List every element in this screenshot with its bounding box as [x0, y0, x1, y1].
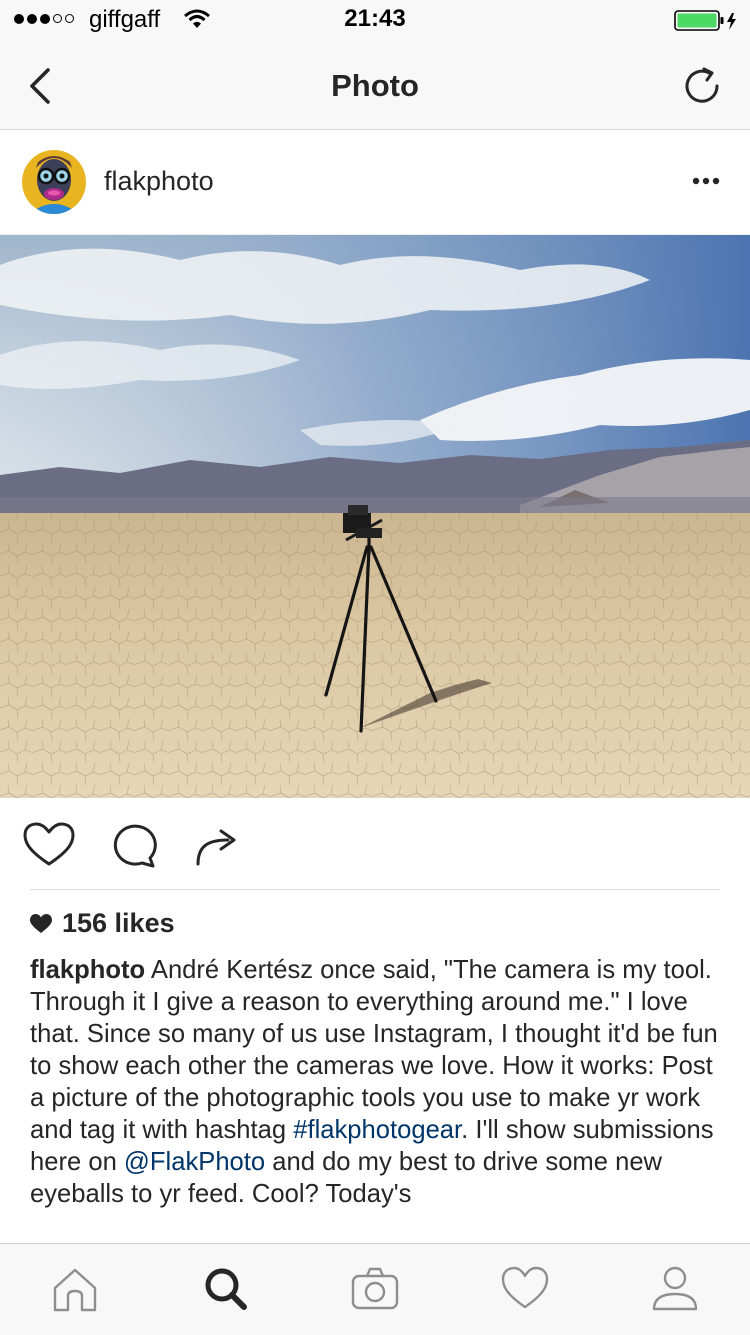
clock: 21:43 [344, 5, 406, 32]
share-icon[interactable] [190, 820, 244, 870]
avatar[interactable] [22, 150, 86, 214]
hashtag-link[interactable]: #flakphotogear [293, 1116, 461, 1144]
profile-icon[interactable] [650, 1264, 700, 1314]
small-heart-icon [30, 913, 52, 933]
search-icon[interactable] [200, 1264, 250, 1314]
camera-icon[interactable] [350, 1264, 400, 1314]
post-actions [0, 798, 750, 890]
page-title: Photo [331, 68, 419, 103]
status-bar: giffgaff 21:43 [0, 0, 750, 40]
likes-text: 156 likes [62, 908, 175, 938]
post-caption: flakphoto André Kertész once said, "The … [30, 954, 720, 1210]
heart-icon[interactable] [500, 1264, 550, 1314]
tab-bar [0, 1243, 750, 1335]
home-icon[interactable] [50, 1264, 100, 1314]
comment-icon[interactable] [106, 820, 160, 870]
heart-icon[interactable] [22, 820, 76, 870]
divider [30, 889, 720, 890]
post-photo[interactable] [0, 235, 750, 798]
caption-username[interactable]: flakphoto [30, 956, 145, 984]
mention-link[interactable]: @FlakPhoto [124, 1148, 265, 1176]
more-options-icon[interactable] [684, 166, 728, 196]
likes-count[interactable]: 156 likes [30, 908, 175, 939]
navigation-bar: Photo [0, 40, 750, 130]
battery-icon [674, 10, 736, 31]
post-header: flakphoto [0, 130, 750, 235]
post-username[interactable]: flakphoto [104, 166, 214, 197]
refresh-icon[interactable] [680, 64, 724, 108]
